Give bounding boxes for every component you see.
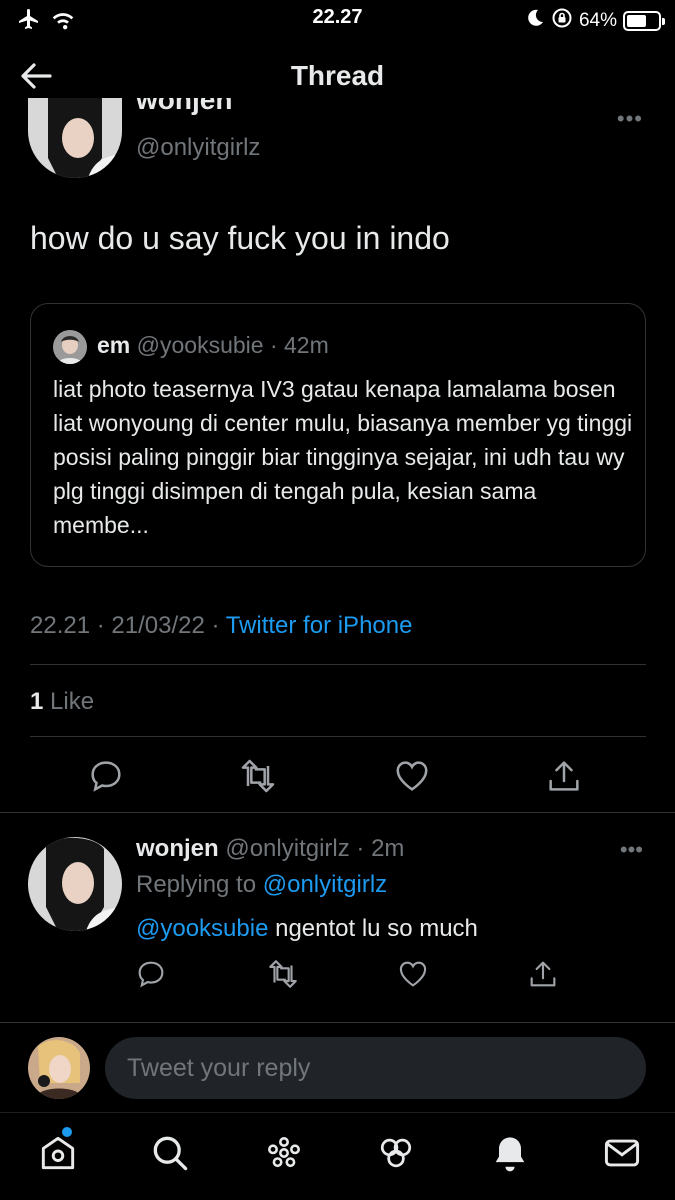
replying-handle-link[interactable]: @onlyitgirlz (263, 871, 387, 898)
share-icon[interactable] (544, 756, 584, 796)
notification-dot (62, 1127, 72, 1137)
retweet-icon[interactable] (238, 756, 278, 796)
more-options-icon[interactable]: ••• (620, 837, 643, 863)
tab-spaces[interactable] (262, 1131, 306, 1175)
page-title: Thread (290, 60, 385, 91)
tweet-actions (0, 756, 675, 796)
tab-search[interactable] (148, 1131, 192, 1175)
reply-tweet[interactable]: wonjen @onlyitgirlz · 2m ••• Replying to… (0, 815, 675, 1015)
quote-text: liat photo teasernya IV3 gatau kenapa la… (53, 376, 633, 538)
user-handle[interactable]: @onlyitgirlz (225, 835, 349, 862)
display-name[interactable]: wonjen (136, 835, 219, 862)
replying-to: Replying to @onlyitgirlz (136, 871, 388, 898)
tab-home[interactable] (36, 1127, 80, 1175)
likes-count[interactable]: 1 Like (30, 688, 94, 716)
reply-composer (0, 1022, 675, 1112)
tab-notifications[interactable] (488, 1131, 532, 1175)
tweet-meta: 22.21 · 21/03/22 · Twitter for iPhone (30, 612, 412, 640)
like-icon[interactable] (392, 756, 432, 796)
quote-header: em @yooksubie · 42m (97, 332, 329, 359)
divider (30, 736, 646, 737)
retweet-icon[interactable] (266, 957, 300, 991)
home-icon (41, 1136, 75, 1170)
battery-icon (623, 11, 665, 31)
divider (30, 664, 646, 665)
like-number: 1 (30, 688, 44, 715)
tweet-timestamp: 22.21 · 21/03/22 · (30, 612, 220, 639)
messages-icon (604, 1139, 640, 1167)
reply-icon[interactable] (86, 756, 126, 796)
tab-communities[interactable] (374, 1131, 418, 1175)
reply-input[interactable] (105, 1037, 646, 1099)
quoted-tweet[interactable]: em @yooksubie · 42m liat photo teasernya… (30, 303, 646, 567)
rotation-lock-icon (551, 7, 573, 35)
quote-name: em (97, 332, 131, 358)
mention-link[interactable]: @yooksubie (136, 915, 268, 942)
my-avatar (28, 1037, 90, 1099)
tab-messages[interactable] (600, 1131, 644, 1175)
user-handle[interactable]: @onlyitgirlz (136, 134, 260, 162)
quote-avatar (53, 330, 87, 364)
reply-actions (0, 957, 675, 993)
moon-icon (525, 8, 545, 34)
divider (0, 812, 675, 813)
reply-text: @yooksubie ngentot lu so much (136, 915, 478, 943)
quote-age: · 42m (269, 332, 329, 358)
share-icon[interactable] (526, 957, 560, 991)
tweet-source[interactable]: Twitter for iPhone (226, 612, 413, 639)
more-options-icon[interactable]: ••• (617, 106, 643, 132)
battery-percent: 64% (578, 10, 617, 31)
notifications-icon (495, 1137, 525, 1172)
reply-age: · 2m (356, 835, 405, 862)
like-icon[interactable] (396, 957, 430, 991)
battery-level (627, 15, 647, 27)
status-bar: 22.27 64% (0, 0, 675, 40)
reply-icon[interactable] (134, 957, 168, 991)
search-icon (153, 1136, 188, 1171)
reply-body: ngentot lu so much (268, 915, 478, 942)
quote-handle: @yooksubie (136, 332, 264, 358)
tweet-text: how do u say fuck you in indo (30, 220, 450, 256)
like-label: Like (50, 688, 95, 715)
avatar[interactable] (28, 98, 122, 178)
tab-bar (0, 1112, 675, 1200)
display-name[interactable]: wonjen (136, 98, 436, 124)
reply-header: wonjen @onlyitgirlz · 2m (136, 835, 404, 863)
communities-icon (380, 1138, 412, 1168)
avatar[interactable] (28, 837, 122, 931)
spaces-icon (268, 1137, 300, 1168)
